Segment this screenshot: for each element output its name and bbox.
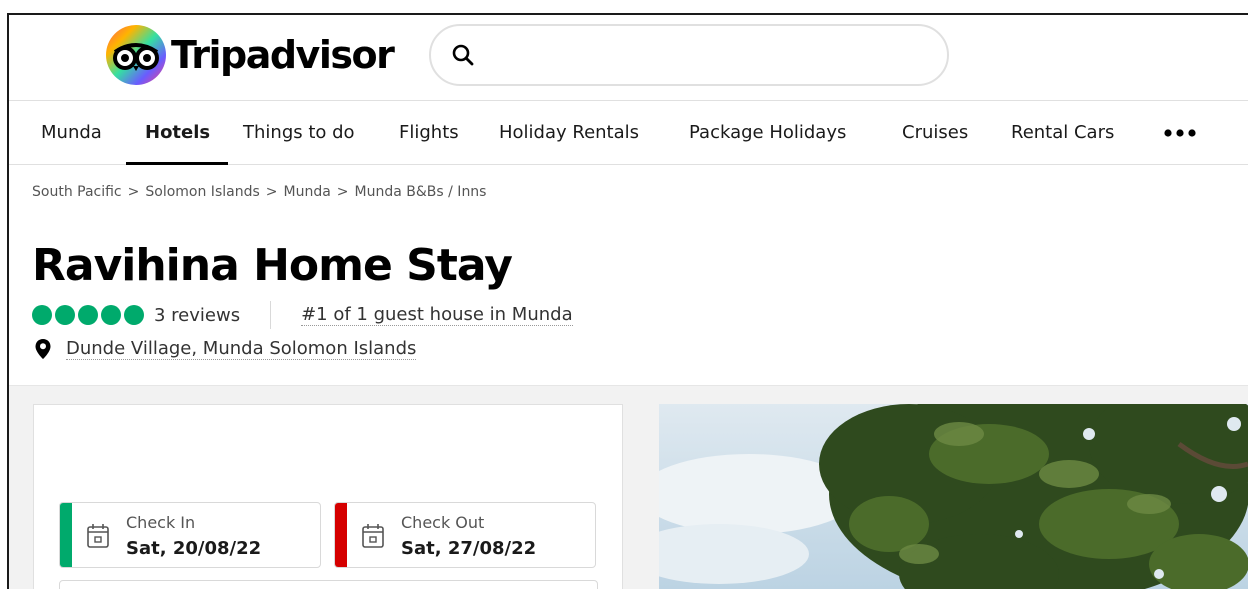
hotel-photo-image bbox=[659, 404, 1248, 589]
rating-row: 3 reviews #1 of 1 guest house in Munda bbox=[32, 301, 573, 329]
breadcrumb-separator: > bbox=[127, 184, 140, 200]
search-input[interactable] bbox=[485, 35, 947, 75]
breadcrumb-item-munda-bnbs[interactable]: Munda B&Bs / Inns bbox=[355, 184, 487, 200]
breadcrumb-item-munda[interactable]: Munda bbox=[284, 184, 331, 200]
breadcrumb-separator: > bbox=[336, 184, 349, 200]
nav-item-cruises[interactable]: Cruises bbox=[902, 101, 968, 164]
more-horizontal-icon[interactable] bbox=[1163, 123, 1199, 143]
nav-item-package-holidays[interactable]: Package Holidays bbox=[689, 101, 846, 164]
logo-wordmark: Tripadvisor bbox=[171, 33, 395, 77]
nav-item-holiday-rentals[interactable]: Holiday Rentals bbox=[499, 101, 639, 164]
guests-field[interactable] bbox=[59, 580, 598, 589]
check-out-field[interactable]: Check Out Sat, 27/08/22 bbox=[334, 502, 596, 568]
check-out-value: Sat, 27/08/22 bbox=[401, 538, 537, 559]
map-pin-icon bbox=[35, 339, 51, 359]
check-in-accent bbox=[60, 503, 72, 567]
calendar-icon bbox=[87, 524, 109, 548]
nav-item-things-to-do[interactable]: Things to do bbox=[243, 101, 355, 164]
rating-bubble-icon bbox=[78, 305, 98, 325]
rating-bubble-icon bbox=[101, 305, 121, 325]
breadcrumb-item-solomon-islands[interactable]: Solomon Islands bbox=[145, 184, 259, 200]
nav-item-flights[interactable]: Flights bbox=[399, 101, 459, 164]
search-bar[interactable] bbox=[429, 24, 949, 86]
rating-bubble-icon bbox=[55, 305, 75, 325]
rating-bubble-icon bbox=[32, 305, 52, 325]
check-in-label: Check In bbox=[126, 513, 196, 532]
divider bbox=[270, 301, 272, 329]
nav-item-rental-cars[interactable]: Rental Cars bbox=[1011, 101, 1114, 164]
calendar-icon bbox=[362, 524, 384, 548]
search-icon bbox=[452, 44, 474, 66]
breadcrumb: South Pacific > Solomon Islands > Munda … bbox=[32, 184, 486, 200]
tripadvisor-logo[interactable]: Tripadvisor bbox=[105, 24, 395, 86]
check-in-value: Sat, 20/08/22 bbox=[126, 538, 262, 559]
breadcrumb-item-south-pacific[interactable]: South Pacific bbox=[32, 184, 122, 200]
rating-bubble-icon bbox=[124, 305, 144, 325]
address-link[interactable]: Dunde Village, Munda Solomon Islands bbox=[66, 338, 417, 360]
rating-bubbles[interactable] bbox=[32, 305, 144, 325]
nav-item-munda[interactable]: Munda bbox=[41, 101, 102, 164]
nav-item-hotels[interactable]: Hotels bbox=[125, 101, 229, 165]
main-nav: Munda Hotels Things to do Flights Holida… bbox=[9, 101, 1248, 165]
check-out-accent bbox=[335, 503, 347, 567]
check-out-label: Check Out bbox=[401, 513, 485, 532]
reviews-link[interactable]: 3 reviews bbox=[154, 305, 240, 326]
ranking-link[interactable]: #1 of 1 guest house in Munda bbox=[301, 304, 573, 326]
page-title: Ravihina Home Stay bbox=[32, 240, 513, 291]
owl-logo-icon bbox=[106, 25, 166, 85]
site-header: Tripadvisor bbox=[9, 15, 1248, 101]
address-row: Dunde Village, Munda Solomon Islands bbox=[34, 336, 417, 362]
breadcrumb-separator: > bbox=[265, 184, 278, 200]
hotel-photo[interactable] bbox=[659, 404, 1248, 589]
check-in-field[interactable]: Check In Sat, 20/08/22 bbox=[59, 502, 321, 568]
